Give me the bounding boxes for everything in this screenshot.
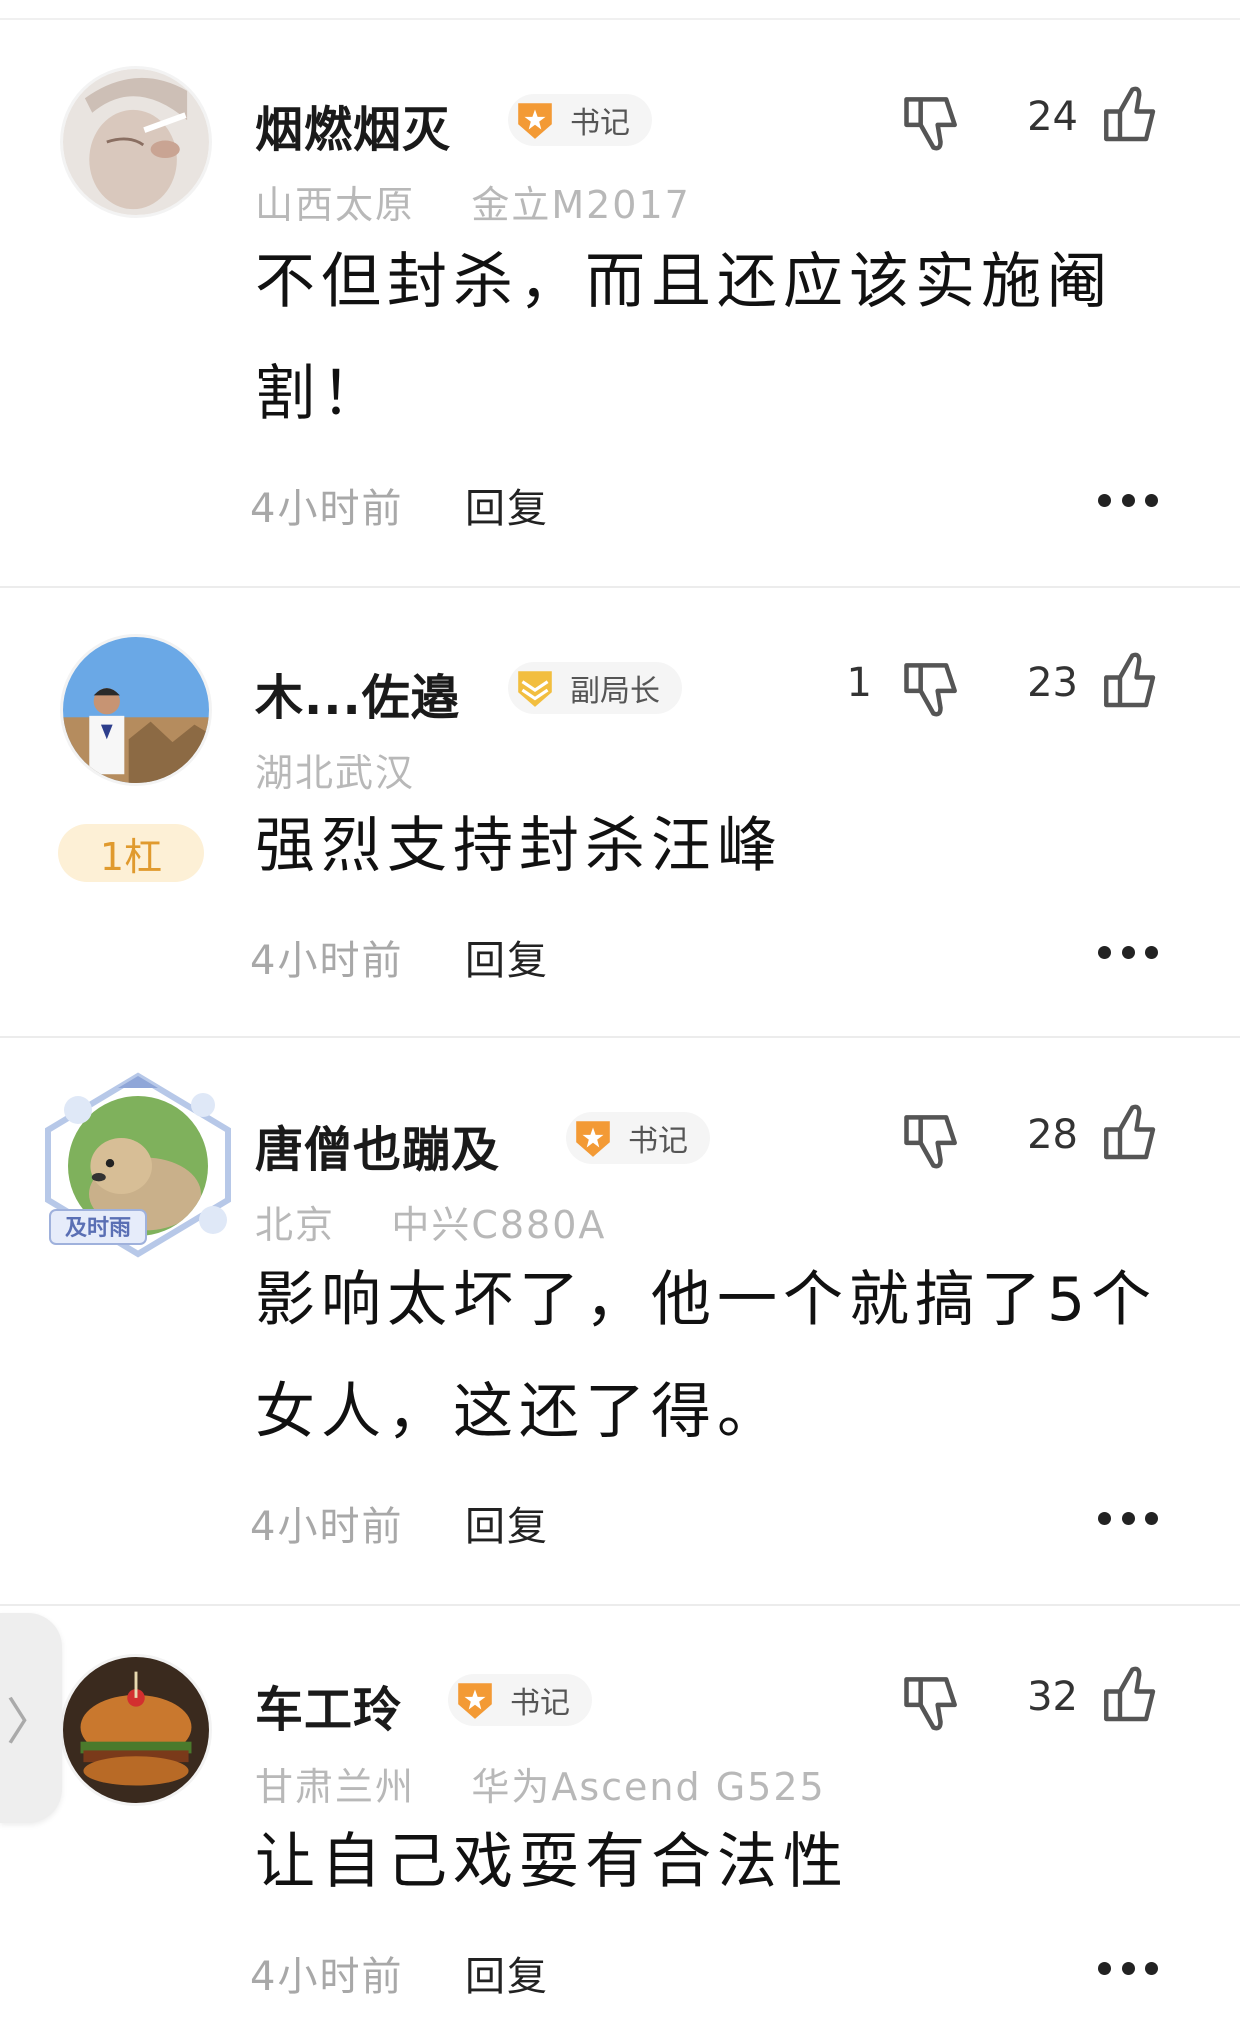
- user-location: 北京: [255, 1203, 336, 1247]
- avatar[interactable]: [60, 634, 212, 786]
- comment-item: 车工玲 书记 32 甘肃兰州 华为Ascend G525 让自己戏耍有合法性 4…: [0, 1606, 1240, 2021]
- comment-item: 烟燃烟灭 书记 24 山西太原 金立M2017 不但封杀，而且还应该实施阉割！ …: [0, 0, 1240, 588]
- badge-star-icon: [458, 1683, 492, 1719]
- username[interactable]: 木...佐邉: [255, 658, 460, 728]
- avatar-frame-label: 及时雨: [65, 1216, 131, 1241]
- side-expand-tab[interactable]: 〉: [0, 1613, 62, 1823]
- reply-button[interactable]: 回复: [465, 1494, 549, 1552]
- user-device: 中兴C880A: [391, 1203, 607, 1247]
- comment-time: 4小时前: [250, 938, 404, 984]
- comment-time: 4小时前: [250, 1504, 404, 1550]
- user-badge: 书记: [566, 1112, 710, 1164]
- reply-button[interactable]: 回复: [465, 928, 549, 986]
- user-location: 甘肃兰州: [255, 1765, 416, 1809]
- thumbs-down-icon[interactable]: [898, 1668, 966, 1736]
- thumbs-down-icon[interactable]: [898, 88, 966, 156]
- username[interactable]: 烟燃烟灭: [255, 90, 451, 160]
- badge-label: 副局长: [570, 674, 660, 709]
- comment-item: 及时雨 唐僧也蹦及 书记 28 北京 中兴C880A 影响太坏了，他一个就搞了5…: [0, 1038, 1240, 1606]
- avatar-frame: 及时雨: [45, 1072, 231, 1258]
- like-count: 24: [1027, 94, 1078, 140]
- user-badge: 书记: [448, 1674, 592, 1726]
- comment-text: 不但封杀，而且还应该实施阉割！: [255, 247, 1113, 429]
- reply-button[interactable]: 回复: [465, 476, 549, 534]
- reply-button[interactable]: 回复: [465, 1944, 549, 2002]
- username[interactable]: 唐僧也蹦及: [255, 1110, 500, 1180]
- thumbs-up-icon[interactable]: [1098, 650, 1164, 716]
- user-badge: 副局长: [508, 662, 682, 714]
- user-location: 山西太原: [255, 183, 416, 227]
- floor-badge: 1杠: [58, 824, 204, 882]
- badge-label: 书记: [628, 1124, 688, 1159]
- more-dots-icon[interactable]: [1098, 493, 1158, 507]
- username[interactable]: 车工玲: [255, 1670, 402, 1740]
- user-device: 华为Ascend G525: [471, 1765, 826, 1809]
- thumbs-up-icon[interactable]: [1098, 1664, 1164, 1730]
- avatar-image: [63, 637, 209, 783]
- user-meta: 湖北武汉: [255, 742, 415, 797]
- thumbs-down-icon[interactable]: [898, 654, 966, 722]
- badge-star-icon: [576, 1121, 610, 1157]
- thumbs-down-icon[interactable]: [898, 1106, 966, 1174]
- badge-label: 书记: [570, 106, 630, 141]
- comment-text: 影响太坏了，他一个就搞了5个女人，这还了得。: [255, 1265, 1158, 1447]
- comment-time: 4小时前: [250, 486, 404, 532]
- like-count: 32: [1027, 1674, 1078, 1720]
- comment-text: 强烈支持封杀汪峰: [255, 811, 783, 881]
- like-count: 28: [1027, 1112, 1078, 1158]
- dislike-count: 1: [846, 660, 872, 706]
- badge-star-icon: [518, 671, 552, 707]
- avatar-image: [63, 69, 209, 215]
- comment-item: 1杠 木...佐邉 副局长 1 23 湖北武汉 强烈支持封杀汪峰 4小时前 回复: [0, 588, 1240, 1038]
- avatar[interactable]: [60, 1654, 212, 1806]
- user-meta: 山西太原 金立M2017: [255, 174, 691, 229]
- chevron-right-icon: 〉: [6, 1693, 56, 1751]
- badge-star-icon: [518, 103, 552, 139]
- more-dots-icon[interactable]: [1098, 1961, 1158, 1975]
- user-location: 湖北武汉: [255, 751, 416, 795]
- avatar[interactable]: [60, 66, 212, 218]
- more-dots-icon[interactable]: [1098, 945, 1158, 959]
- user-meta: 甘肃兰州 华为Ascend G525: [255, 1756, 826, 1811]
- badge-label: 书记: [510, 1686, 570, 1721]
- thumbs-up-icon[interactable]: [1098, 84, 1164, 150]
- avatar-image: [63, 1657, 209, 1803]
- user-badge: 书记: [508, 94, 652, 146]
- user-meta: 北京 中兴C880A: [255, 1194, 606, 1249]
- user-device: 金立M2017: [471, 183, 691, 227]
- thumbs-up-icon[interactable]: [1098, 1102, 1164, 1168]
- like-count: 23: [1027, 660, 1078, 706]
- comment-text: 让自己戏耍有合法性: [255, 1827, 849, 1897]
- more-dots-icon[interactable]: [1098, 1511, 1158, 1525]
- comment-time: 4小时前: [250, 1954, 404, 2000]
